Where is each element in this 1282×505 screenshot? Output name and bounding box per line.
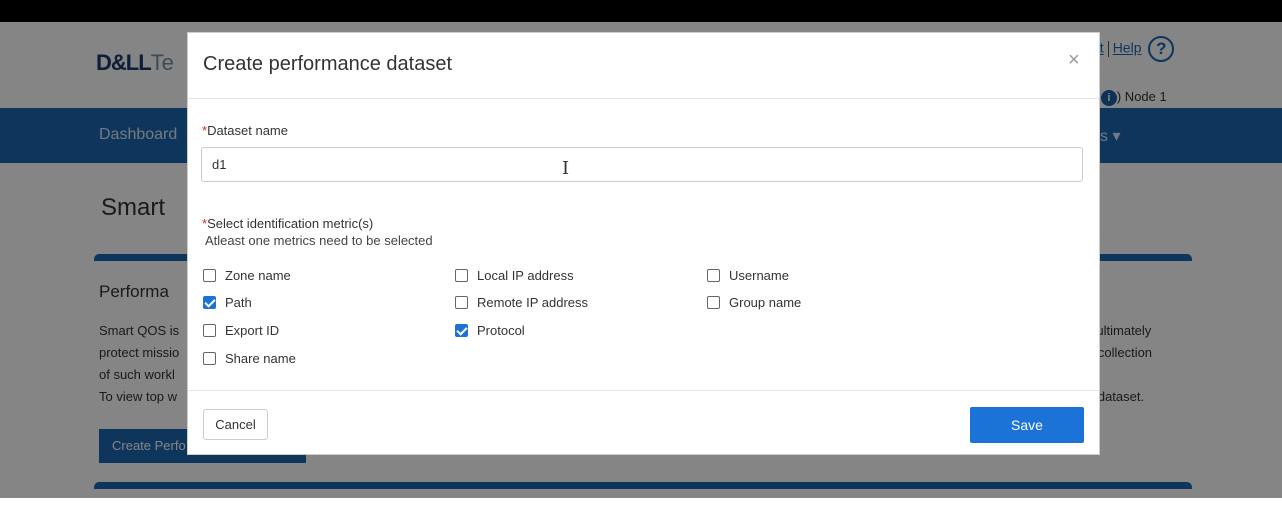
checkbox-box[interactable] [203, 269, 216, 282]
text-cursor-icon: I [562, 158, 570, 179]
metrics-hint: Atleast one metrics need to be selected [205, 233, 433, 248]
checkbox-box[interactable] [707, 296, 720, 309]
checkbox-export-id[interactable]: Export ID [203, 323, 279, 338]
checkbox-box[interactable] [455, 296, 468, 309]
checkbox-local-ip[interactable]: Local IP address [455, 268, 574, 283]
dialog-footer: Cancel Save [188, 390, 1099, 455]
checkbox-box[interactable] [203, 324, 216, 337]
save-button[interactable]: Save [970, 407, 1084, 443]
metrics-label: *Select identification metric(s) [202, 216, 374, 231]
dialog-title: Create performance dataset [203, 53, 453, 75]
create-dataset-dialog: Create performance dataset × *Dataset na… [187, 32, 1100, 455]
checkbox-box-checked[interactable] [455, 324, 468, 337]
checkbox-remote-ip[interactable]: Remote IP address [455, 295, 588, 310]
dataset-name-label: *Dataset name [202, 123, 288, 138]
checkbox-username[interactable]: Username [707, 268, 789, 283]
checkbox-share-name[interactable]: Share name [203, 351, 296, 366]
close-icon[interactable]: × [1068, 49, 1080, 72]
checkbox-path[interactable]: Path [203, 295, 252, 310]
checkbox-box[interactable] [707, 269, 720, 282]
checkbox-group-name[interactable]: Group name [707, 295, 801, 310]
dataset-name-input[interactable]: d1 [201, 147, 1083, 182]
checkbox-protocol[interactable]: Protocol [455, 323, 525, 338]
top-black-bar [0, 0, 1282, 22]
cancel-button[interactable]: Cancel [203, 409, 268, 440]
checkbox-box[interactable] [455, 269, 468, 282]
checkbox-box-checked[interactable] [203, 296, 216, 309]
checkbox-zone-name[interactable]: Zone name [203, 268, 291, 283]
checkbox-box[interactable] [203, 352, 216, 365]
dialog-header: Create performance dataset × [188, 33, 1099, 99]
